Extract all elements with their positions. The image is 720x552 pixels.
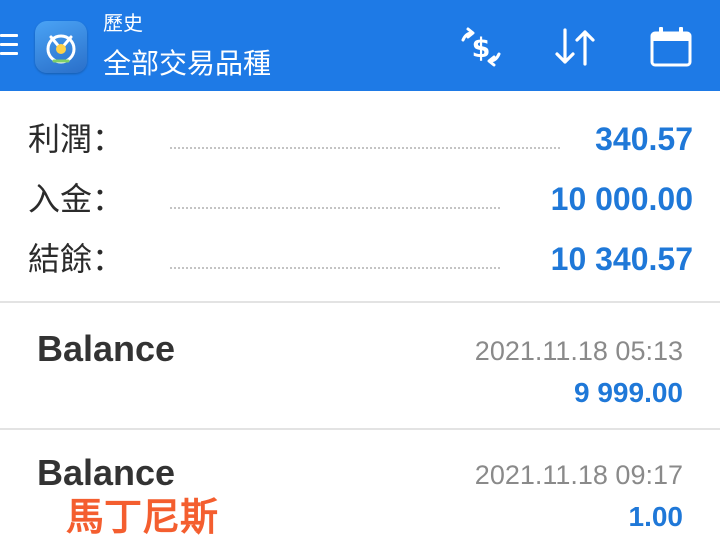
deal-time: 2021.11.18 09:17 bbox=[474, 460, 683, 490]
sort-arrows-icon[interactable] bbox=[552, 26, 598, 68]
deal-type: Balance bbox=[37, 328, 176, 369]
balance-value: 10 340.57 bbox=[550, 241, 693, 277]
deal-type: Balance bbox=[37, 452, 176, 493]
leader-dots bbox=[170, 147, 560, 149]
app-bar: 歷史 全部交易品種 $ bbox=[0, 0, 720, 91]
summary-row-balance: 結餘： 10 340.57 bbox=[0, 229, 720, 289]
deposit-label: 入金： bbox=[28, 180, 125, 218]
leader-dots bbox=[170, 267, 500, 269]
calendar-icon[interactable] bbox=[648, 26, 694, 68]
currency-exchange-icon[interactable]: $ bbox=[458, 26, 504, 68]
deal-amount: 9 999.00 bbox=[574, 377, 683, 408]
screen-title: 歷史 bbox=[103, 11, 143, 35]
deal-amount: 1.00 bbox=[628, 501, 684, 532]
summary-row-deposit: 入金： 10 000.00 bbox=[0, 169, 720, 229]
balance-label: 結餘： bbox=[28, 240, 125, 278]
app-logo-icon bbox=[35, 21, 87, 73]
leader-dots bbox=[170, 207, 500, 209]
profit-value: 340.57 bbox=[595, 121, 693, 157]
menu-icon[interactable] bbox=[0, 34, 18, 58]
deal-row[interactable]: Balance 2021.11.18 05:13 9 999.00 bbox=[0, 303, 720, 428]
svg-text:$: $ bbox=[472, 33, 491, 64]
deal-time: 2021.11.18 05:13 bbox=[474, 336, 683, 366]
symbol-filter-title[interactable]: 全部交易品種 bbox=[103, 44, 271, 84]
summary-row-profit: 利潤： 340.57 bbox=[0, 109, 720, 169]
profit-label: 利潤： bbox=[28, 120, 125, 158]
account-summary: 利潤： 340.57 入金： 10 000.00 結餘： 10 340.57 bbox=[0, 91, 720, 301]
deposit-value: 10 000.00 bbox=[550, 181, 693, 217]
overlay-caption: 馬丁尼斯 bbox=[66, 495, 219, 539]
